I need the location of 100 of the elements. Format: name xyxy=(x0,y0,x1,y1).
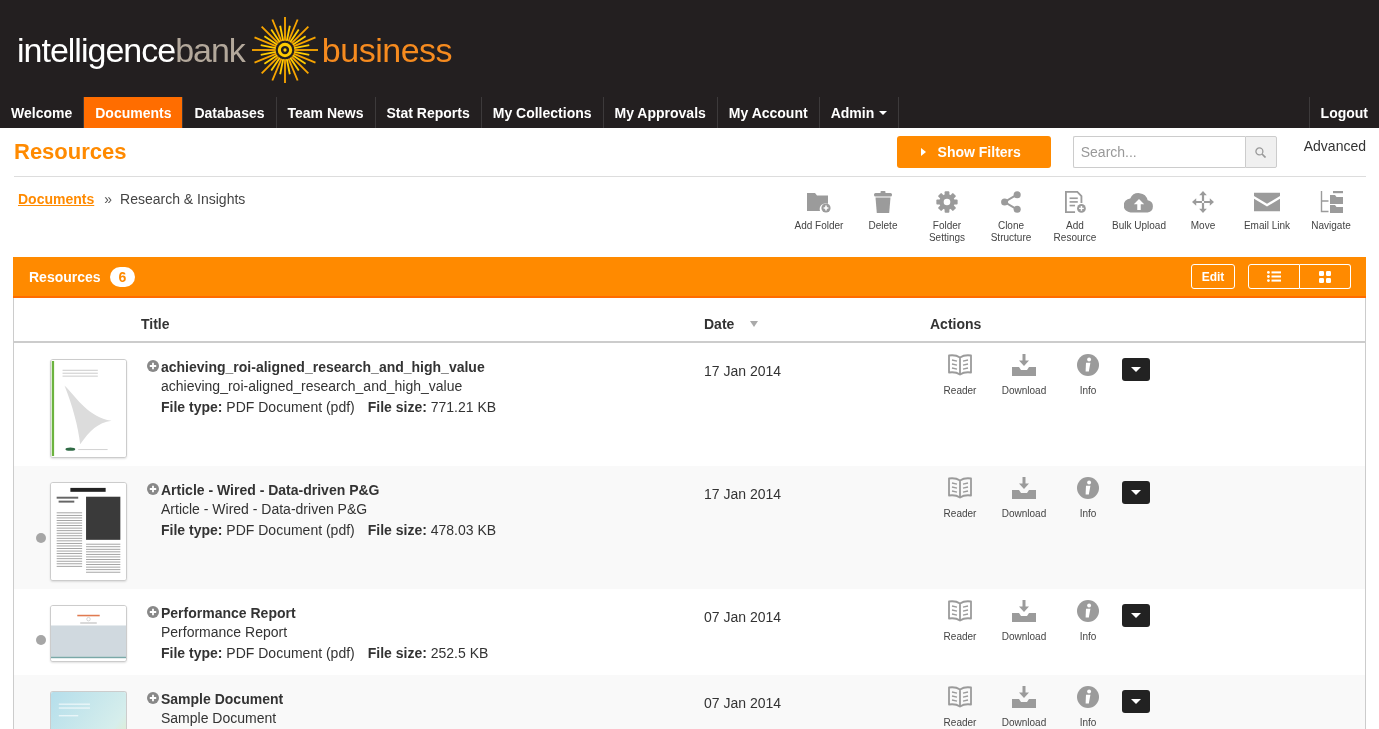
info-icon xyxy=(1076,686,1100,708)
file-type-text: File type: PDF Document (pdf) xyxy=(161,644,355,663)
column-header: Title xyxy=(141,316,170,332)
toolbar-button[interactable]: Navigate xyxy=(1299,191,1363,232)
info-icon xyxy=(1076,600,1100,622)
info-icon xyxy=(1076,354,1100,376)
folder-plus-icon xyxy=(807,191,831,213)
plus-circle-icon[interactable] xyxy=(147,360,159,372)
download-icon xyxy=(1012,686,1036,708)
logout-button[interactable]: Logout xyxy=(1308,97,1379,128)
logo-tagline: business xyxy=(321,30,453,70)
file-size-text: File size: 252.5 KB xyxy=(367,644,489,663)
book-icon xyxy=(948,477,972,499)
row-menu-button[interactable] xyxy=(1122,690,1150,713)
row-menu-button[interactable] xyxy=(1122,481,1150,504)
list-view-button[interactable] xyxy=(1248,264,1300,289)
page-title: Resources xyxy=(14,139,127,165)
document-title[interactable]: achieving_roi-aligned_research_and_high_value xyxy=(161,357,497,377)
toolbar-button[interactable]: Add Folder xyxy=(787,191,851,232)
toolbar-button[interactable]: Bulk Upload xyxy=(1107,191,1171,232)
download-button[interactable]: Download xyxy=(994,686,1054,728)
info-button[interactable]: Info xyxy=(1058,686,1118,728)
book-icon xyxy=(948,686,972,708)
toolbar-button[interactable]: Clone Structure xyxy=(979,191,1043,244)
toolbar-button[interactable]: Email Link xyxy=(1235,191,1299,232)
download-icon xyxy=(1012,600,1036,622)
toolbar-button[interactable]: Add Resource xyxy=(1043,191,1107,244)
breadcrumb-current: Research & Insights xyxy=(120,190,246,208)
grid-view-button[interactable] xyxy=(1300,264,1351,289)
nav-tab[interactable]: My Account xyxy=(717,97,820,128)
nav-tab[interactable]: Team News xyxy=(276,97,376,128)
download-icon xyxy=(1012,354,1036,376)
share-icon xyxy=(1001,191,1021,213)
caret-icon xyxy=(1131,613,1141,618)
book-icon xyxy=(948,354,972,376)
reader-button[interactable]: Reader xyxy=(930,686,990,728)
caret-icon xyxy=(920,148,926,156)
search-button[interactable] xyxy=(1244,136,1277,168)
caret-icon xyxy=(1131,699,1141,704)
sort-icon[interactable] xyxy=(750,321,759,327)
caret-icon xyxy=(1131,367,1141,372)
breadcrumb-separator: » xyxy=(104,190,113,208)
file-size-text: File size: 771.21 KB xyxy=(367,398,497,417)
document-plus-icon xyxy=(1064,191,1086,213)
document-subtitle: Sample Document xyxy=(161,709,278,727)
count-badge: 6 xyxy=(109,266,136,287)
document-date: 07 Jan 2014 xyxy=(704,695,782,711)
file-type-text: File type: PDF Document (pdf) xyxy=(161,398,355,417)
envelope-icon xyxy=(1254,191,1280,213)
info-button[interactable]: Info xyxy=(1058,354,1118,396)
reader-button[interactable]: Reader xyxy=(930,600,990,642)
panel-title: Resources xyxy=(29,268,101,285)
toolbar-button[interactable]: Move xyxy=(1171,191,1235,232)
plus-circle-icon[interactable] xyxy=(147,606,159,618)
document-subtitle: Performance Report xyxy=(161,623,289,641)
plus-circle-icon[interactable] xyxy=(147,483,159,495)
document-subtitle: Article - Wired - Data-driven P&G xyxy=(161,500,369,518)
column-header: Actions xyxy=(930,316,982,332)
reader-button[interactable]: Reader xyxy=(930,477,990,519)
document-title[interactable]: Article - Wired - Data-driven P&G xyxy=(161,480,497,500)
search-field[interactable]: Search... xyxy=(1072,136,1245,168)
file-size-text: File size: 478.03 KB xyxy=(367,521,497,540)
grid-icon xyxy=(1319,270,1331,283)
search-icon xyxy=(1255,146,1267,158)
column-header: Date xyxy=(704,316,735,332)
folder-tree-icon xyxy=(1319,191,1343,213)
nav-tab[interactable]: Stat Reports xyxy=(375,97,482,128)
list-icon xyxy=(1267,271,1281,282)
row-menu-button[interactable] xyxy=(1122,358,1150,381)
logo-wordmark: intelligencebank xyxy=(17,30,245,70)
advanced-search-link[interactable]: Advanced xyxy=(1303,137,1366,155)
document-title[interactable]: Performance Report xyxy=(161,603,489,623)
document-date: 07 Jan 2014 xyxy=(704,609,782,625)
row-menu-button[interactable] xyxy=(1122,604,1150,627)
sunburst-icon xyxy=(251,17,318,83)
toolbar-button[interactable]: Folder Settings xyxy=(915,191,979,244)
toolbar-button[interactable]: Delete xyxy=(851,191,915,232)
reader-button[interactable]: Reader xyxy=(930,354,990,396)
nav-tab[interactable]: My Collections xyxy=(481,97,604,128)
download-button[interactable]: Download xyxy=(994,354,1054,396)
cloud-upload-icon xyxy=(1124,191,1154,213)
download-icon xyxy=(1012,477,1036,499)
document-title[interactable]: Sample Document xyxy=(161,689,284,709)
document-date: 17 Jan 2014 xyxy=(704,363,782,379)
trash-icon xyxy=(874,191,892,213)
nav-tab[interactable]: Admin xyxy=(819,97,900,128)
file-type-text: File type: PDF Document (pdf) xyxy=(161,521,355,540)
info-icon xyxy=(1076,477,1100,499)
plus-circle-icon[interactable] xyxy=(147,692,159,704)
caret-icon xyxy=(1131,490,1141,495)
book-icon xyxy=(948,600,972,622)
nav-tab[interactable]: My Approvals xyxy=(603,97,718,128)
download-button[interactable]: Download xyxy=(994,600,1054,642)
document-subtitle: achieving_roi-aligned_research_and_high_value xyxy=(161,377,464,395)
info-button[interactable]: Info xyxy=(1058,477,1118,519)
move-arrows-icon xyxy=(1192,191,1214,213)
info-button[interactable]: Info xyxy=(1058,600,1118,642)
document-date: 17 Jan 2014 xyxy=(704,486,782,502)
nav-tab[interactable]: Databases xyxy=(183,97,277,128)
download-button[interactable]: Download xyxy=(994,477,1054,519)
